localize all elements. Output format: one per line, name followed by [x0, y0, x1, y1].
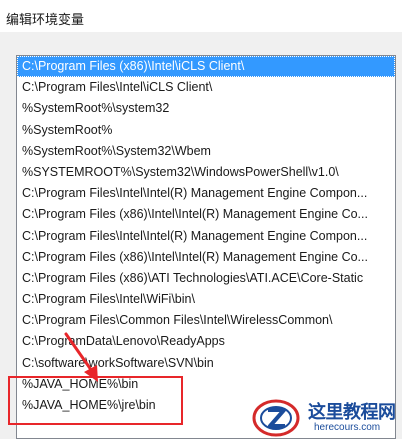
path-list-item-selected[interactable]: C:\Program Files (x86)\Intel\iCLS Client… — [17, 56, 395, 78]
watermark-logo-icon — [252, 399, 300, 437]
path-list-item[interactable]: C:\Program Files (x86)\Intel\Intel(R) Ma… — [17, 247, 395, 268]
path-list-item[interactable]: C:\Program Files (x86)\Intel\Intel(R) Ma… — [17, 204, 395, 225]
annotation-arrow-icon — [64, 332, 98, 382]
path-list-item[interactable]: C:\Program Files\Intel\iCLS Client\ — [17, 77, 395, 98]
path-list-item[interactable]: %SystemRoot% — [17, 120, 395, 141]
path-list-item[interactable]: %SystemRoot%\system32 — [17, 98, 395, 119]
watermark-url: herecours.com — [314, 422, 381, 433]
watermark-name: 这里教程网 — [308, 402, 396, 423]
path-list-item[interactable]: %SystemRoot%\System32\Wbem — [17, 141, 395, 162]
path-list-item[interactable]: %SYSTEMROOT%\System32\WindowsPowerShell\… — [17, 162, 395, 183]
path-list-item[interactable]: C:\Program Files\Common Files\Intel\Wire… — [17, 310, 395, 331]
dialog-title: 编辑环境变量 — [6, 13, 85, 28]
path-list-item[interactable]: C:\Program Files\Intel\Intel(R) Manageme… — [17, 183, 395, 204]
path-list-item[interactable]: C:\Program Files\Intel\Intel(R) Manageme… — [17, 226, 395, 247]
watermark: 这里教程网 herecours.com — [250, 396, 402, 439]
path-list-item[interactable]: C:\Program Files\Intel\WiFi\bin\ — [17, 289, 395, 310]
dialog-title-bar: 编辑环境变量 — [0, 0, 402, 32]
path-list-item[interactable]: C:\Program Files (x86)\ATI Technologies\… — [17, 268, 395, 289]
